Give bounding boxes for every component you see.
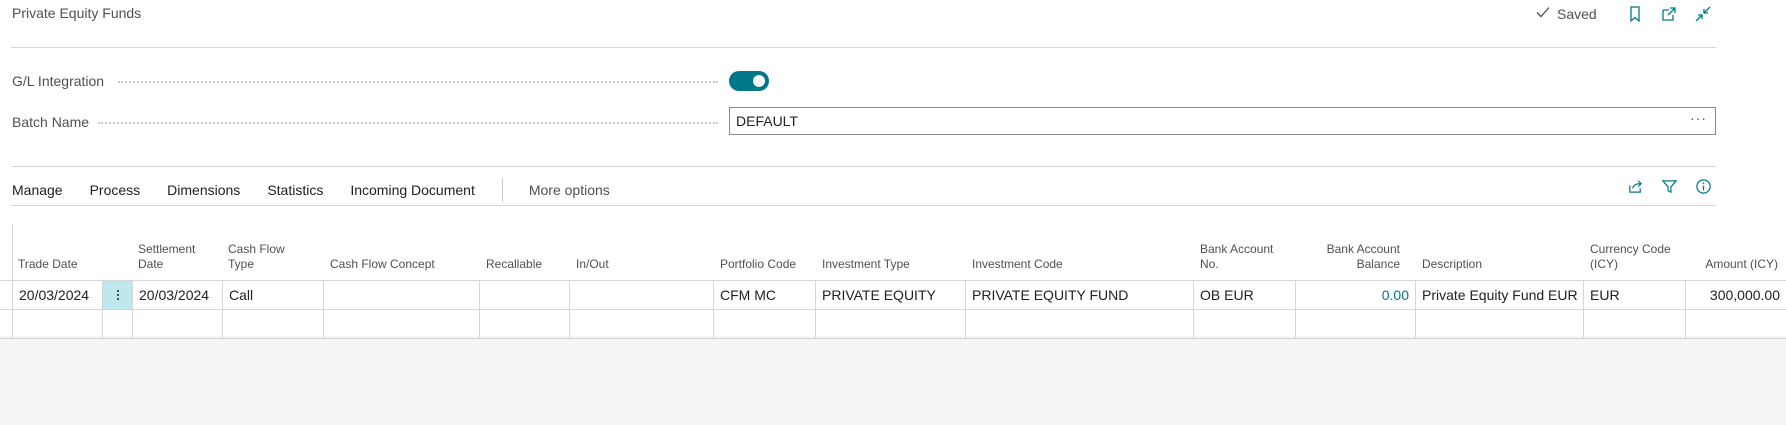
info-icon[interactable] bbox=[1693, 176, 1713, 196]
column-header-cash-flow-concept[interactable]: Cash Flow Concept bbox=[330, 224, 480, 280]
column-header-line: Type bbox=[228, 257, 255, 271]
checkmark-icon bbox=[1535, 4, 1551, 23]
more-vertical-icon bbox=[116, 290, 120, 300]
action-manage[interactable]: Manage bbox=[12, 182, 63, 198]
column-header-cash-flow-type[interactable]: Cash Flow Type bbox=[228, 224, 318, 280]
cell-description[interactable]: Private Equity Fund EUR bbox=[1416, 281, 1584, 309]
cell-amount[interactable]: 300,000.00 bbox=[1686, 281, 1786, 309]
column-header-investment-code[interactable]: Investment Code bbox=[972, 224, 1172, 280]
page: Private Equity Funds Saved G/L Integrati… bbox=[0, 0, 1786, 425]
column-header-bank-account-no[interactable]: Bank Account No. bbox=[1200, 224, 1295, 280]
column-header-settlement-date[interactable]: Settlement Date bbox=[138, 224, 218, 280]
action-process[interactable]: Process bbox=[90, 182, 141, 198]
cell-currency-code[interactable]: EUR bbox=[1584, 281, 1686, 309]
empty-cell[interactable] bbox=[570, 310, 714, 338]
empty-cell[interactable] bbox=[966, 310, 1194, 338]
cell-settlement-date[interactable]: 20/03/2024 bbox=[133, 281, 223, 309]
cell-investment-code[interactable]: PRIVATE EQUITY FUND bbox=[966, 281, 1194, 309]
cell-bank-account-no[interactable]: OB EUR bbox=[1194, 281, 1296, 309]
gl-integration-label: G/L Integration bbox=[12, 73, 105, 89]
gl-integration-toggle[interactable] bbox=[729, 71, 769, 91]
cell-bank-account-balance[interactable]: 0.00 bbox=[1296, 281, 1416, 309]
column-header-line: Bank Account bbox=[1326, 242, 1400, 256]
empty-cell[interactable] bbox=[223, 310, 324, 338]
cell-cash-flow-concept[interactable] bbox=[324, 281, 480, 309]
column-header-line: (ICY) bbox=[1590, 257, 1618, 271]
empty-cell[interactable] bbox=[480, 310, 570, 338]
action-dimensions[interactable]: Dimensions bbox=[167, 182, 240, 198]
row-divider bbox=[0, 338, 1786, 339]
filter-icon[interactable] bbox=[1659, 176, 1679, 196]
column-header-line: Bank Account bbox=[1200, 242, 1274, 256]
bookmark-icon[interactable] bbox=[1625, 4, 1645, 24]
lookup-button[interactable]: ··· bbox=[1690, 110, 1707, 126]
batch-name-field[interactable]: DEFAULT ··· bbox=[729, 107, 1716, 135]
cell-cash-flow-type[interactable]: Call bbox=[223, 281, 324, 309]
cell-in-out[interactable] bbox=[570, 281, 714, 309]
toggle-knob bbox=[753, 75, 765, 87]
divider bbox=[11, 47, 1716, 48]
cell-investment-type[interactable]: PRIVATE EQUITY bbox=[816, 281, 966, 309]
divider bbox=[11, 166, 1716, 167]
column-header-in-out[interactable]: In/Out bbox=[576, 224, 656, 280]
cell-portfolio-code[interactable]: CFM MC bbox=[714, 281, 816, 309]
action-separator bbox=[501, 178, 503, 202]
grid-edge bbox=[12, 224, 13, 280]
empty-cell[interactable] bbox=[133, 310, 223, 338]
column-header-description[interactable]: Description bbox=[1422, 224, 1572, 280]
header-toolbar bbox=[1625, 4, 1713, 24]
empty-cell[interactable] bbox=[1296, 310, 1416, 338]
empty-cell[interactable] bbox=[324, 310, 480, 338]
cell-recallable[interactable] bbox=[480, 281, 570, 309]
leader-dots bbox=[118, 81, 718, 83]
empty-area bbox=[0, 336, 1786, 425]
empty-cell[interactable] bbox=[103, 310, 133, 338]
column-header-portfolio-code[interactable]: Portfolio Code bbox=[720, 224, 810, 280]
share-icon[interactable] bbox=[1625, 176, 1645, 196]
save-status: Saved bbox=[1535, 4, 1597, 23]
action-statistics[interactable]: Statistics bbox=[267, 182, 323, 198]
column-header-line: Cash Flow bbox=[228, 242, 285, 256]
cell-trade-date[interactable]: 20/03/2024 bbox=[12, 281, 103, 309]
empty-cell[interactable] bbox=[12, 310, 103, 338]
column-header-investment-type[interactable]: Investment Type bbox=[822, 224, 962, 280]
more-options-button[interactable]: More options bbox=[529, 182, 610, 198]
action-incoming-document[interactable]: Incoming Document bbox=[350, 182, 475, 198]
column-header-currency-code[interactable]: Currency Code (ICY) bbox=[1590, 224, 1690, 280]
row-actions-button[interactable] bbox=[103, 281, 133, 309]
action-bar: Manage Process Dimensions Statistics Inc… bbox=[12, 178, 610, 202]
empty-cell[interactable] bbox=[1416, 310, 1584, 338]
empty-cell[interactable] bbox=[714, 310, 816, 338]
empty-cell[interactable] bbox=[1686, 310, 1786, 338]
batch-name-label: Batch Name bbox=[12, 114, 90, 130]
empty-cell[interactable] bbox=[1584, 310, 1686, 338]
batch-name-value: DEFAULT bbox=[736, 113, 798, 129]
save-status-label: Saved bbox=[1557, 5, 1597, 22]
column-header-line: No. bbox=[1200, 257, 1219, 271]
list-toolbar bbox=[1625, 176, 1713, 196]
empty-cell[interactable] bbox=[816, 310, 966, 338]
page-title: Private Equity Funds bbox=[12, 5, 142, 21]
column-header-line: Settlement bbox=[138, 242, 196, 256]
column-header-recallable[interactable]: Recallable bbox=[486, 224, 566, 280]
column-header-bank-account-balance[interactable]: Bank Account Balance bbox=[1296, 224, 1400, 280]
column-header-line: Date bbox=[138, 257, 164, 271]
leader-dots bbox=[98, 122, 718, 124]
empty-cell[interactable] bbox=[1194, 310, 1296, 338]
divider bbox=[11, 205, 1716, 206]
column-header-line: Currency Code bbox=[1590, 242, 1671, 256]
column-header-trade-date[interactable]: Trade Date bbox=[18, 224, 118, 280]
collapse-icon[interactable] bbox=[1693, 4, 1713, 24]
column-header-amount[interactable]: Amount (ICY) bbox=[1690, 224, 1778, 280]
open-in-new-window-icon[interactable] bbox=[1659, 4, 1679, 24]
column-header-line: Balance bbox=[1356, 257, 1400, 271]
